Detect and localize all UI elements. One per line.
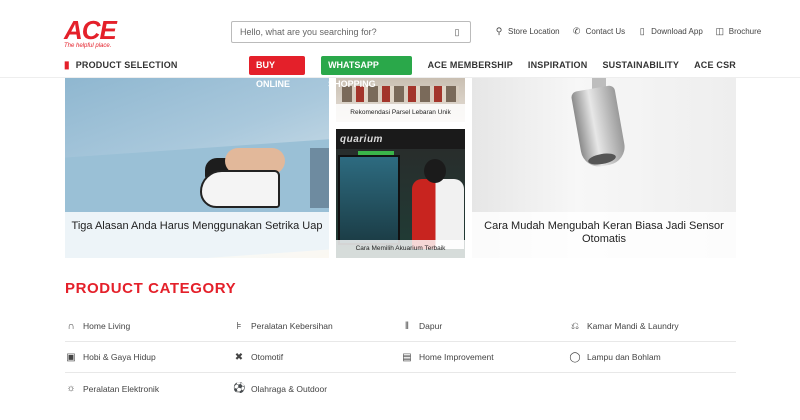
whatsapp-shopping-button[interactable]: WHATSAPP SHOPPING: [321, 55, 412, 89]
book-icon: ◫: [715, 26, 725, 36]
category-grid: ∩ Home Living ⊧ Peralatan Kebersihan ‖ D…: [65, 311, 736, 404]
contact-us-label: Contact Us: [585, 27, 626, 36]
category-label: Dapur: [419, 321, 443, 331]
top-links: ⚲ Store Location ✆ Contact Us ▯ Download…: [494, 26, 762, 37]
ball-icon: ⚽: [233, 383, 246, 394]
category-label: Olahraga & Outdoor: [251, 383, 328, 394]
bed-icon: ∩: [67, 320, 75, 332]
category-label: Home Improvement: [419, 352, 494, 362]
product-selection-label: PRODUCT SELECTION: [75, 60, 178, 70]
menu-icon: ▮: [64, 59, 70, 71]
bathtub-icon: ⎌: [571, 320, 579, 332]
aquarium-tank-image: [338, 155, 400, 245]
banner-steam-iron[interactable]: Tiga Alasan Anda Harus Menggunakan Setri…: [65, 78, 329, 258]
phone-icon: ✆: [572, 26, 581, 36]
iron-image: [200, 170, 280, 208]
main-nav: ▮ PRODUCT SELECTION BUY ONLINE WHATSAPP …: [64, 55, 736, 89]
category-label: Hobi & Gaya Hidup: [83, 352, 156, 362]
map-pin-icon: ⚲: [495, 26, 503, 36]
search-bar[interactable]: ▯: [231, 21, 471, 43]
broom-icon: ⊧: [236, 320, 242, 332]
nav-ace-membership[interactable]: ACE MEMBERSHIP: [428, 60, 513, 70]
brochure-label: Brochure: [728, 27, 762, 36]
banner-faucet[interactable]: Cara Mudah Mengubah Keran Biasa Jadi Sen…: [472, 78, 736, 258]
category-otomotif[interactable]: ✖ Otomotif: [233, 342, 401, 373]
shirt-icon: ▣: [66, 351, 76, 363]
category-kamar-mandi[interactable]: ⎌ Kamar Mandi & Laundry: [569, 311, 736, 342]
ace-logo[interactable]: ACE The helpful place.: [64, 15, 120, 49]
category-olahraga[interactable]: ⚽ Olahraga & Outdoor: [233, 373, 401, 404]
staff-head: [424, 159, 446, 183]
banner-caption: Rekomendasi Parsel Lebaran Unik: [336, 104, 465, 122]
banner-caption: Cara Mudah Mengubah Keran Biasa Jadi Sen…: [472, 212, 736, 258]
search-input[interactable]: [240, 27, 452, 37]
search-icon[interactable]: ▯: [452, 26, 462, 38]
banner-caption: Tiga Alasan Anda Harus Menggunakan Setri…: [65, 212, 329, 258]
bulb-icon: ◯: [569, 351, 581, 363]
category-elektronik[interactable]: ☼ Peralatan Elektronik: [65, 373, 233, 404]
brochure-link[interactable]: ◫ Brochure: [715, 26, 762, 37]
buy-online-button[interactable]: BUY ONLINE: [249, 55, 306, 89]
tools-icon: ✖: [234, 351, 244, 363]
plug-icon: ☼: [66, 383, 76, 394]
category-label: Otomotif: [251, 352, 284, 362]
contact-us-link[interactable]: ✆ Contact Us: [572, 26, 626, 37]
staff-torso: [412, 179, 464, 249]
sleeve-image: [310, 148, 329, 208]
site-header: ACE The helpful place. ▯ ⚲ Store Locatio…: [0, 0, 800, 89]
mobile-icon: ▯: [639, 26, 645, 36]
nav-links: BUY ONLINE WHATSAPP SHOPPING ACE MEMBERS…: [249, 55, 736, 89]
product-category-title: PRODUCT CATEGORY: [65, 280, 237, 297]
aquarium-sign: quarium: [336, 129, 465, 149]
staff-image: [412, 159, 464, 249]
kitchen-icon: ‖: [404, 320, 410, 332]
category-lampu[interactable]: ◯ Lampu dan Bohlam: [569, 342, 736, 373]
category-label: Kamar Mandi & Laundry: [587, 321, 679, 331]
category-home-living[interactable]: ∩ Home Living: [65, 311, 233, 342]
logo-wordmark: ACE: [64, 15, 117, 45]
store-location-label: Store Location: [508, 27, 560, 36]
store-location-link[interactable]: ⚲ Store Location: [494, 26, 560, 37]
download-app-label: Download App: [651, 27, 703, 36]
category-label: Peralatan Kebersihan: [251, 321, 333, 331]
category-label: Lampu dan Bohlam: [587, 352, 661, 362]
banner-caption: Cara Memilih Akuarium Terbaik: [336, 240, 465, 258]
nav-inspiration[interactable]: INSPIRATION: [528, 60, 588, 70]
nav-ace-csr[interactable]: ACE CSR: [694, 60, 736, 70]
product-selection-menu[interactable]: ▮ PRODUCT SELECTION: [64, 60, 178, 71]
category-home-improvement[interactable]: ▤ Home Improvement: [401, 342, 569, 373]
category-peralatan-kebersihan[interactable]: ⊧ Peralatan Kebersihan: [233, 311, 401, 342]
category-dapur[interactable]: ‖ Dapur: [401, 311, 569, 342]
category-label: Home Living: [83, 321, 131, 331]
category-hobi[interactable]: ▣ Hobi & Gaya Hidup: [65, 342, 233, 373]
download-app-link[interactable]: ▯ Download App: [637, 26, 703, 37]
category-label: Peralatan Elektronik: [83, 383, 160, 394]
nav-sustainability[interactable]: SUSTAINABILITY: [602, 60, 679, 70]
door-icon: ▤: [402, 351, 412, 363]
banner-aquarium[interactable]: quarium Cara Memilih Akuarium Terbaik: [336, 129, 465, 258]
